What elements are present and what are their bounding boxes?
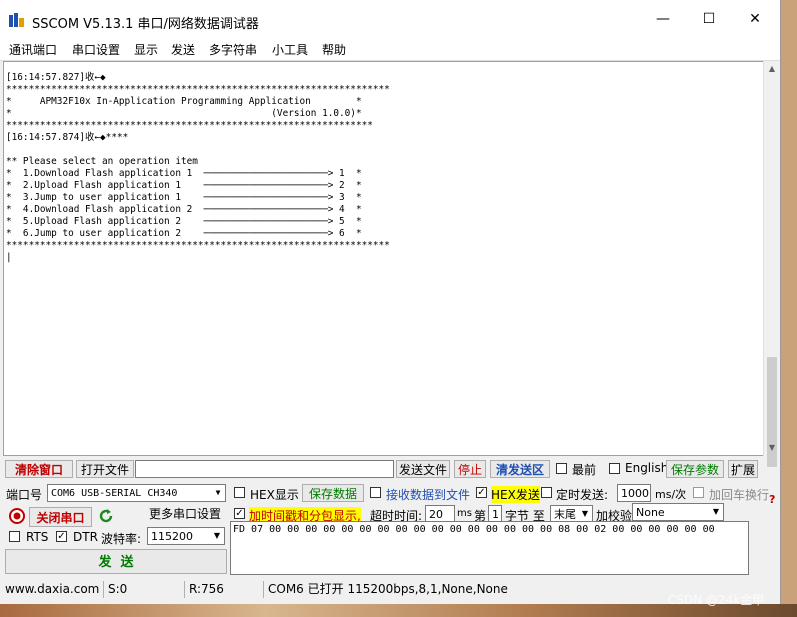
menu-serial-settings[interactable]: 串口设置 — [72, 41, 120, 58]
help-icon[interactable]: ? — [769, 493, 775, 506]
clear-send-area-button[interactable]: 清发送区 — [490, 460, 550, 478]
menu-comm-port[interactable]: 通讯端口 — [9, 41, 57, 58]
receive-terminal[interactable]: [16:14:57.827]收←◆ **********************… — [3, 61, 764, 456]
baud-select-value: 115200 — [151, 530, 193, 543]
file-path-input[interactable] — [135, 460, 394, 478]
timed-send-checkbox[interactable] — [541, 487, 552, 498]
menu-display[interactable]: 显示 — [134, 41, 158, 58]
menu-bar: 通讯端口 串口设置 显示 发送 多字符串 小工具 帮助 — [0, 38, 780, 61]
interval-input[interactable]: 1000 — [617, 484, 651, 502]
hex-display-label: HEX显示 — [250, 488, 299, 502]
menu-help[interactable]: 帮助 — [322, 41, 346, 58]
chevron-down-icon[interactable]: ▼ — [578, 506, 592, 522]
hex-send-label: HEX发送 — [491, 486, 540, 503]
add-crlf-label: 加回车换行 — [709, 488, 770, 502]
timeout-unit: ms — [457, 508, 472, 519]
recv-to-file-label: 接收数据到文件 — [386, 488, 471, 502]
hex-display-checkbox[interactable] — [234, 487, 245, 498]
title-bar[interactable]: SSCOM V5.13.1 串口/网络数据调试器 — ☐ ✕ — [0, 0, 780, 38]
baud-label: 波特率: — [101, 532, 142, 546]
minimize-button[interactable]: — — [640, 4, 686, 34]
expand-button[interactable]: 扩展 — [728, 460, 758, 478]
close-port-button[interactable]: 关闭串口 — [29, 507, 92, 527]
window-title: SSCOM V5.13.1 串口/网络数据调试器 — [32, 17, 259, 32]
topmost-label: 最前 — [572, 463, 597, 477]
timed-send-label: 定时发送: — [556, 488, 609, 502]
chevron-down-icon[interactable]: ▼ — [709, 504, 723, 520]
terminal-text: [16:14:57.827]收←◆ **********************… — [6, 72, 390, 263]
port-select[interactable]: COM6 USB-SERIAL CH340 ▼ — [47, 484, 226, 502]
save-data-button[interactable]: 保存数据 — [302, 484, 364, 502]
open-file-button[interactable]: 打开文件 — [76, 460, 134, 478]
english-checkbox[interactable] — [609, 463, 620, 474]
rts-label: RTS — [26, 530, 49, 544]
port-label: 端口号 — [6, 488, 43, 502]
send-data-input[interactable]: FD 07 00 00 00 00 00 00 00 00 00 00 00 0… — [230, 521, 749, 575]
more-port-settings-button[interactable]: 更多串口设置 — [146, 504, 224, 522]
rts-checkbox[interactable] — [9, 531, 20, 542]
dtr-label: DTR — [73, 530, 98, 544]
menu-send[interactable]: 发送 — [171, 41, 195, 58]
english-label: English — [625, 461, 669, 475]
send-button[interactable]: 发 送 — [5, 549, 227, 574]
checksum-select-value: None — [636, 506, 665, 519]
menu-multi-string[interactable]: 多字符串 — [209, 41, 257, 58]
refresh-icon[interactable] — [97, 507, 115, 525]
dtr-checkbox[interactable]: ✓ — [56, 531, 67, 542]
checksum-select[interactable]: None ▼ — [632, 503, 724, 521]
status-bar: www.daxia.com S:0 R:756 COM6 已打开 115200b… — [0, 579, 780, 600]
chevron-down-icon[interactable]: ▼ — [210, 528, 224, 544]
status-sent-count: S:0 — [103, 581, 127, 598]
send-data-text: FD 07 00 00 00 00 00 00 00 00 00 00 00 0… — [233, 524, 715, 535]
tail-select-value: 末尾 — [554, 508, 576, 521]
save-params-button[interactable]: 保存参数 — [666, 460, 724, 478]
csdn-watermark: CSDN @24k金甲 — [668, 593, 765, 607]
clear-window-button[interactable]: 清除窗口 — [5, 460, 73, 478]
port-select-value: COM6 USB-SERIAL CH340 — [51, 488, 178, 499]
sscom-window: SSCOM V5.13.1 串口/网络数据调试器 — ☐ ✕ 通讯端口 串口设置… — [0, 0, 781, 605]
topmost-checkbox[interactable] — [556, 463, 567, 474]
status-port-state: COM6 已打开 115200bps,8,1,None,None — [263, 581, 508, 598]
timestamp-checkbox[interactable]: ✓ — [234, 508, 245, 519]
interval-unit: ms/次 — [655, 488, 687, 501]
app-icon — [9, 13, 24, 27]
menu-tools[interactable]: 小工具 — [272, 41, 308, 58]
close-button[interactable]: ✕ — [732, 4, 778, 34]
scroll-up-icon[interactable]: ▲ — [764, 61, 780, 77]
chevron-down-icon[interactable]: ▼ — [211, 485, 225, 501]
port-status-icon — [9, 508, 25, 524]
recv-to-file-checkbox[interactable] — [370, 487, 381, 498]
hex-send-checkbox[interactable]: ✓ — [476, 487, 487, 498]
maximize-button[interactable]: ☐ — [686, 4, 732, 34]
status-received-count: R:756 — [184, 581, 224, 598]
stop-button[interactable]: 停止 — [454, 460, 486, 478]
send-file-button[interactable]: 发送文件 — [396, 460, 450, 478]
add-crlf-checkbox[interactable] — [693, 487, 704, 498]
terminal-vertical-scrollbar[interactable]: ▲ ▼ — [763, 61, 780, 467]
baud-select[interactable]: 115200 ▼ — [147, 527, 225, 545]
scroll-down-icon[interactable]: ▼ — [764, 440, 780, 456]
status-site-link[interactable]: www.daxia.com — [1, 581, 99, 598]
